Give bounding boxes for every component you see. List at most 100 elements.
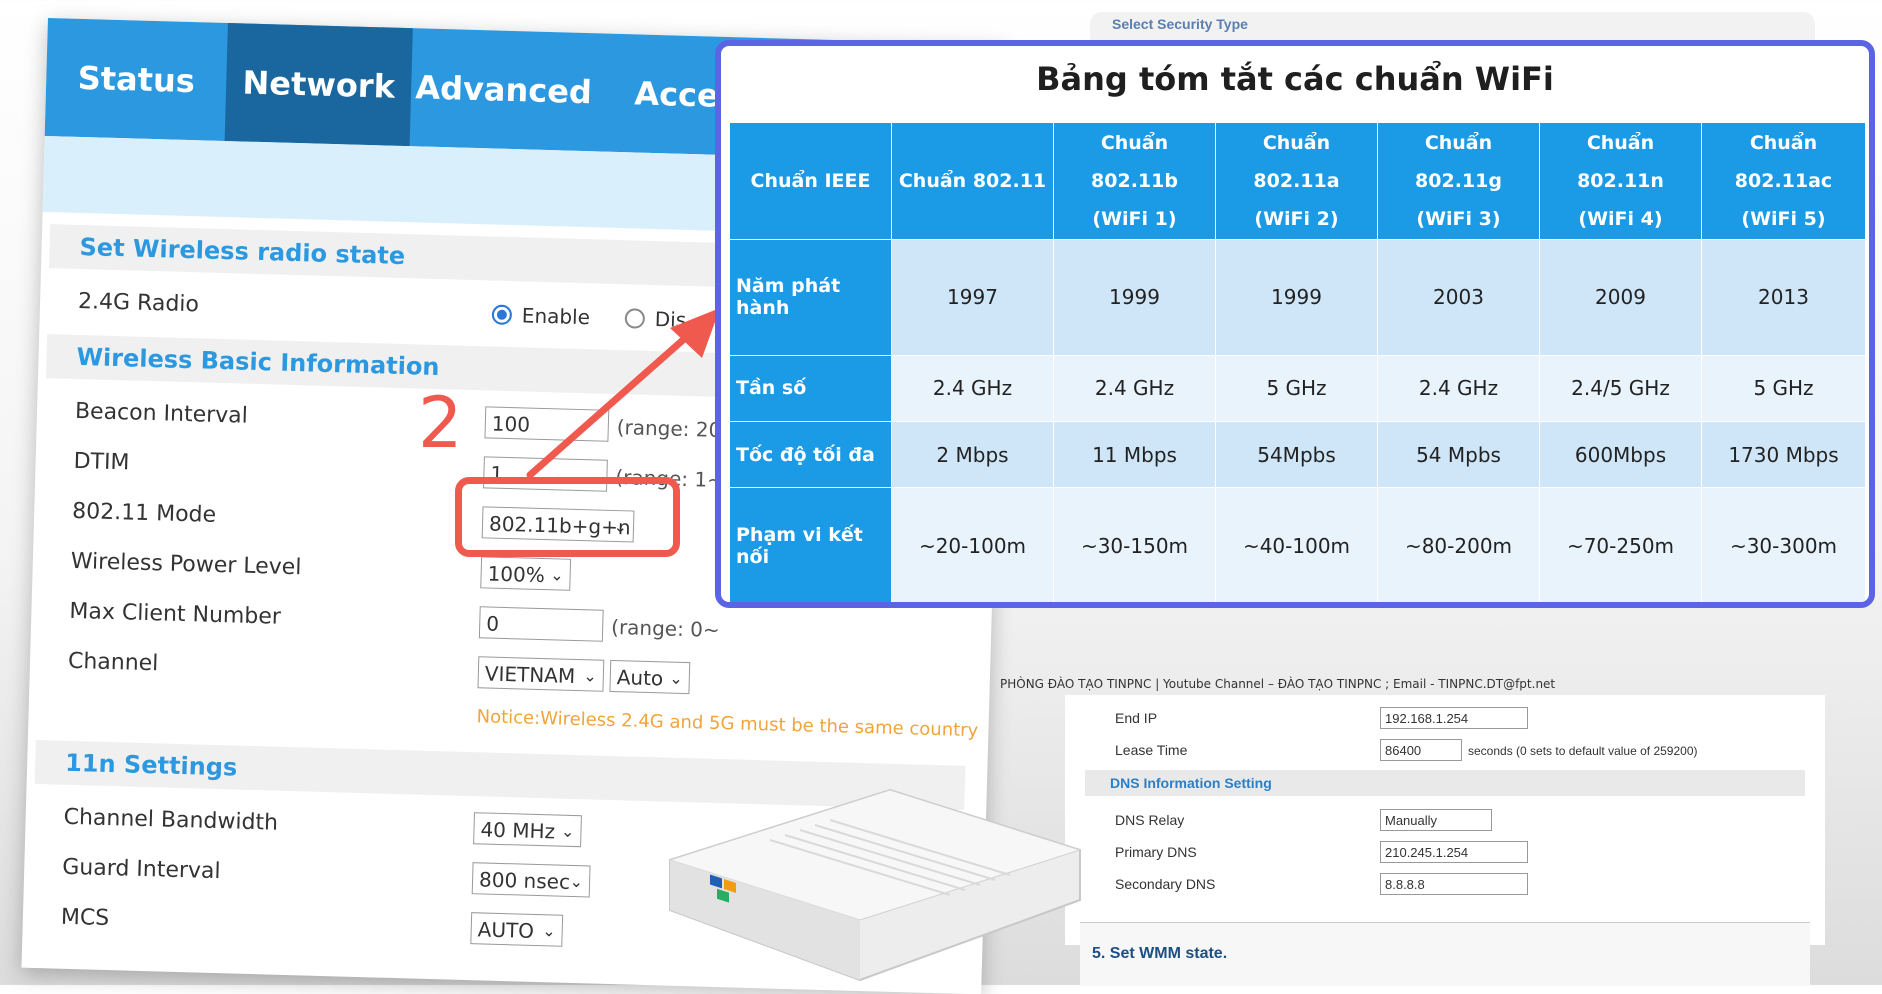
guard-label: Guard Interval — [61, 854, 221, 885]
mcs-label: MCS — [60, 904, 110, 932]
table-cell: 600Mbps — [1539, 420, 1702, 489]
guard-select-value: 800 nsec — [478, 867, 571, 894]
bandwidth-select-value: 40 MHz — [480, 817, 556, 844]
header-80211-line1: Chuẩn 802.11 — [898, 170, 1047, 192]
table-cell: ~20-100m — [891, 487, 1054, 602]
chevron-down-icon: ⌄ — [669, 668, 684, 688]
table-row: Năm phát hành 1997 1999 1999 2003 2009 2… — [729, 239, 1866, 356]
max-client-input[interactable]: 0 — [478, 606, 604, 642]
channel-select[interactable]: Auto ⌄ — [609, 659, 691, 695]
max-client-range-hint: (range: 0~ — [610, 614, 721, 642]
dns-relay-label: DNS Relay — [1115, 812, 1185, 828]
mcs-select[interactable]: AUTO ⌄ — [470, 912, 564, 947]
guard-select[interactable]: 800 nsec ⌄ — [471, 862, 591, 898]
step-number: 2 — [418, 382, 463, 464]
table-row: Tần số 2.4 GHz 2.4 GHz 5 GHz 2.4 GHz 2.4… — [729, 354, 1866, 422]
header-80211a-line1: Chuẩn 802.11a — [1253, 132, 1340, 192]
chevron-down-icon: ⌄ — [569, 871, 584, 892]
header-ieee: Chuẩn IEEE — [729, 122, 892, 240]
table-cell: 1999 — [1053, 239, 1216, 356]
wmm-heading: 5. Set WMM state. — [1092, 945, 1228, 962]
header-80211a: Chuẩn 802.11a (WiFi 2) — [1215, 122, 1378, 240]
dns-relay-select[interactable]: Manually — [1380, 809, 1492, 831]
end-ip-input[interactable]: 192.168.1.254 — [1380, 707, 1528, 729]
header-80211g-line1: Chuẩn 802.11g — [1415, 132, 1502, 192]
table-header-row: Chuẩn IEEE Chuẩn 802.11 Chuẩn 802.11b (Wi… — [729, 122, 1866, 240]
chevron-down-icon: ⌄ — [560, 821, 575, 842]
table-cell: ~40-100m — [1215, 487, 1378, 602]
router-device-image — [668, 788, 1082, 982]
power-select-value: 100% — [487, 561, 546, 588]
country-select-value: VIETNAM — [484, 661, 576, 688]
header-80211b-line2: (WiFi 1) — [1092, 208, 1177, 230]
table-cell: ~30-150m — [1053, 487, 1216, 602]
mode-label: 802.11 Mode — [71, 498, 217, 528]
lease-time-input[interactable]: 86400 — [1380, 739, 1462, 761]
table-cell: 2 Mbps — [891, 420, 1054, 489]
row-label-range: Phạm vi kết nối — [729, 487, 892, 602]
channel-select-value: Auto — [616, 665, 664, 691]
wifi-standards-table: Chuẩn IEEE Chuẩn 802.11 Chuẩn 802.11b (Wi… — [729, 122, 1866, 602]
chevron-down-icon: ⌄ — [542, 921, 556, 941]
table-cell: 2.4 GHz — [891, 354, 1054, 422]
table-cell: ~70-250m — [1539, 487, 1702, 602]
table-cell: 11 Mbps — [1053, 420, 1216, 489]
table-cell: 5 GHz — [1215, 354, 1378, 422]
wmm-panel: 5. Set WMM state. — [1080, 922, 1810, 986]
bandwidth-label: Channel Bandwidth — [63, 804, 279, 836]
tab-network[interactable]: Network — [224, 23, 413, 147]
header-80211b-line1: Chuẩn 802.11b — [1091, 132, 1178, 192]
row-label-frequency: Tần số — [729, 354, 892, 422]
dns-section-header: DNS Information Setting — [1085, 770, 1805, 796]
dtim-label: DTIM — [73, 448, 130, 476]
table-row: Phạm vi kết nối ~20-100m ~30-150m ~40-10… — [729, 487, 1866, 602]
radio-label: 2.4G Radio — [77, 288, 200, 318]
header-80211a-line2: (WiFi 2) — [1254, 208, 1339, 230]
header-80211ac-line1: Chuẩn 802.11ac — [1734, 132, 1833, 192]
table-row: Tốc độ tối đa 2 Mbps 11 Mbps 54Mpbs 54 M… — [729, 420, 1866, 489]
chevron-down-icon: ⌄ — [583, 666, 598, 686]
table-cell: 1999 — [1215, 239, 1378, 356]
country-select[interactable]: VIETNAM ⌄ — [477, 656, 605, 692]
wifi-standards-overlay: Bảng tóm tắt các chuẩn WiFi Chuẩn IEEE C… — [715, 40, 1875, 608]
table-cell: 2013 — [1701, 239, 1866, 356]
channel-label: Channel — [67, 648, 159, 677]
table-cell: 5 GHz — [1701, 354, 1866, 422]
max-client-label: Max Client Number — [69, 598, 282, 630]
security-type-label: Select Security Type — [1112, 16, 1248, 32]
row-label-max-speed: Tốc độ tối đa — [729, 420, 892, 489]
table-cell: 2.4 GHz — [1377, 354, 1540, 422]
power-select[interactable]: 100% ⌄ — [480, 556, 572, 591]
primary-dns-input[interactable]: 210.245.1.254 — [1380, 841, 1528, 863]
header-80211n-line2: (WiFi 4) — [1578, 208, 1663, 230]
header-80211ac-line2: (WiFi 5) — [1741, 208, 1826, 230]
table-title: Bảng tóm tắt các chuẩn WiFi — [1036, 60, 1554, 98]
table-cell: ~30-300m — [1701, 487, 1866, 602]
table-cell: 2.4 GHz — [1053, 354, 1216, 422]
secondary-dns-label: Secondary DNS — [1115, 876, 1216, 892]
mcs-select-value: AUTO — [477, 917, 535, 943]
header-80211: Chuẩn 802.11 — [891, 122, 1054, 240]
table-cell: ~80-200m — [1377, 487, 1540, 602]
header-80211b: Chuẩn 802.11b (WiFi 1) — [1053, 122, 1216, 240]
row-label-release-year: Năm phát hành — [729, 239, 892, 356]
header-80211n-line1: Chuẩn 802.11n — [1577, 132, 1664, 192]
lease-time-note: seconds (0 sets to default value of 2592… — [1468, 744, 1698, 758]
secondary-dns-input[interactable]: 8.8.8.8 — [1380, 873, 1528, 895]
table-cell: 2.4/5 GHz — [1539, 354, 1702, 422]
notice-text: Notice:Wireless 2.4G and 5G must be the … — [476, 706, 979, 742]
header-80211g-line2: (WiFi 3) — [1416, 208, 1501, 230]
table-cell: 1730 Mbps — [1701, 420, 1866, 489]
table-cell: 2009 — [1539, 239, 1702, 356]
bandwidth-select[interactable]: 40 MHz ⌄ — [473, 812, 582, 848]
beacon-interval-label: Beacon Interval — [74, 398, 249, 429]
header-80211n: Chuẩn 802.11n (WiFi 4) — [1539, 122, 1702, 240]
end-ip-label: End IP — [1115, 710, 1158, 726]
tab-status[interactable]: Status — [45, 18, 228, 141]
table-cell: 2003 — [1377, 239, 1540, 356]
chevron-down-icon: ⌄ — [549, 565, 564, 585]
lease-time-label: Lease Time — [1115, 742, 1188, 758]
radio-enable[interactable] — [491, 304, 513, 326]
header-80211g: Chuẩn 802.11g (WiFi 3) — [1377, 122, 1540, 240]
tab-advanced[interactable]: Advanced — [410, 28, 598, 151]
